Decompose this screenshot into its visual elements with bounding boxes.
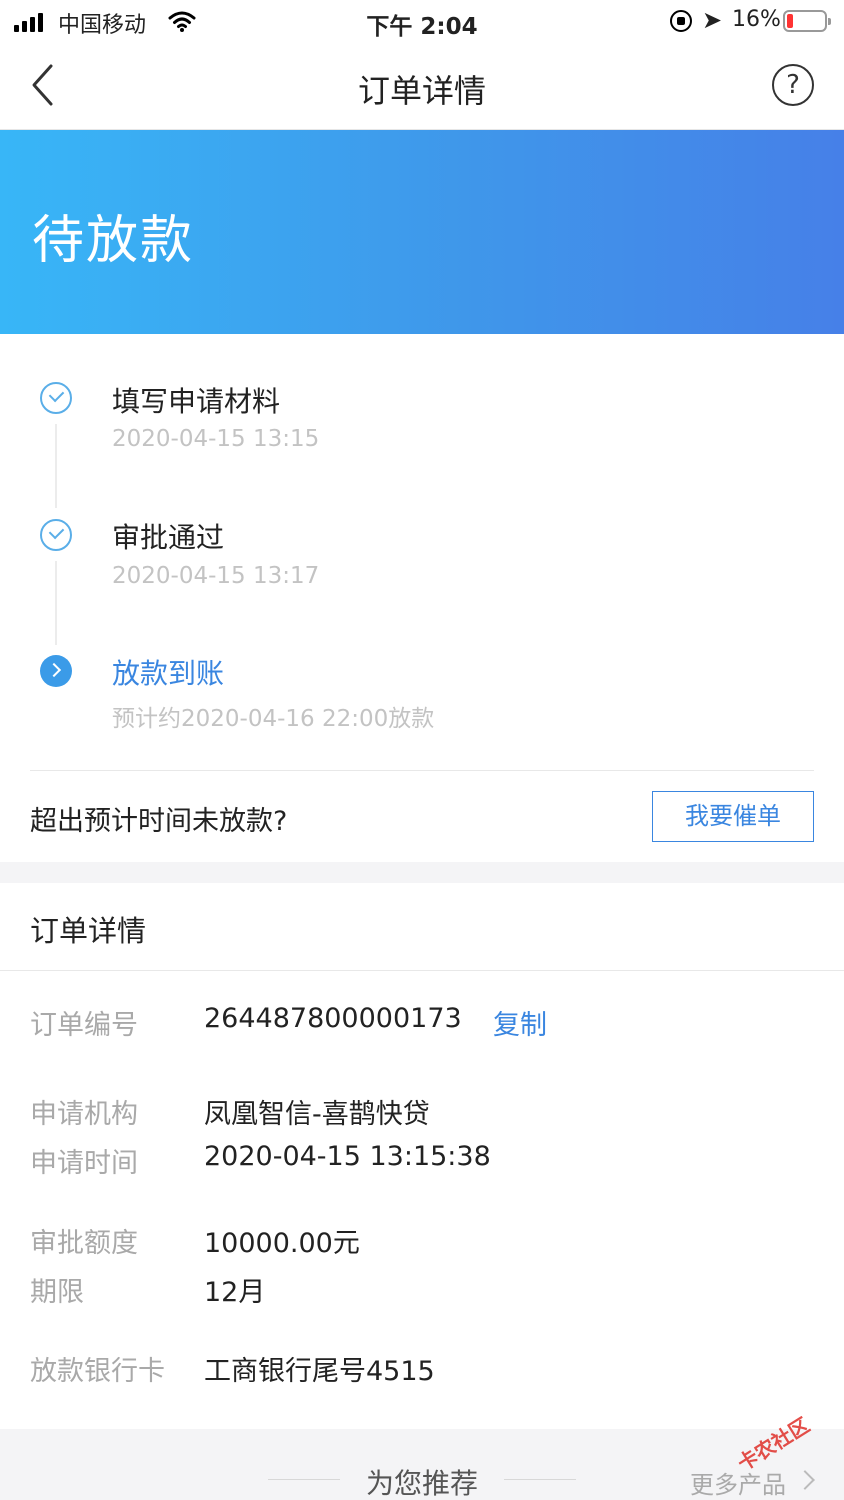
status-bar: 中国移动 下午 2:04 ➤ 16% xyxy=(0,0,844,44)
step-time: 预计约2020-04-16 22:00放款 xyxy=(112,706,435,732)
institution-label: 申请机构 xyxy=(30,1099,138,1130)
arrow-circle-icon xyxy=(40,655,72,687)
order-status: 待放款 xyxy=(32,211,195,271)
apply-time-value: 2020-04-15 13:15:38 xyxy=(204,1141,491,1172)
urge-order-button[interactable]: 我要催单 xyxy=(652,791,814,842)
order-details-section: 订单详情 订单编号 264487800000173 复制 申请机构 凤凰智信-喜… xyxy=(0,883,844,1429)
section-title: 订单详情 xyxy=(30,914,147,948)
check-circle-icon xyxy=(40,519,72,551)
progress-section: 填写申请材料 2020-04-15 13:15 审批通过 2020-04-15 … xyxy=(0,334,844,862)
page-title: 订单详情 xyxy=(357,72,486,110)
divider xyxy=(0,970,844,971)
step-title: 审批通过 xyxy=(112,521,225,554)
timeline-connector xyxy=(55,424,57,508)
institution-value: 凤凰智信-喜鹊快贷 xyxy=(204,1099,430,1130)
timeline-connector xyxy=(55,561,57,645)
orientation-lock-icon xyxy=(670,10,692,32)
overdue-question: 超出预计时间未放款? xyxy=(30,806,288,837)
step-title: 填写申请材料 xyxy=(112,385,281,418)
status-banner: 待放款 xyxy=(0,130,844,334)
step-time: 2020-04-15 13:17 xyxy=(112,563,320,589)
navigation-bar: 订单详情 ? xyxy=(0,44,844,130)
step-time: 2020-04-15 13:15 xyxy=(112,426,320,452)
bank-card-label: 放款银行卡 xyxy=(30,1356,165,1387)
check-circle-icon xyxy=(40,382,72,414)
step-title: 放款到账 xyxy=(112,657,225,690)
divider xyxy=(30,770,814,771)
order-number-value: 264487800000173 xyxy=(204,1003,462,1034)
copy-button[interactable]: 复制 xyxy=(493,1003,547,1042)
recommend-section: 为您推荐 更多产品 xyxy=(0,1429,844,1500)
battery-icon xyxy=(783,10,831,32)
location-icon: ➤ xyxy=(702,6,723,34)
term-value: 12月 xyxy=(204,1277,266,1308)
apply-time-label: 申请时间 xyxy=(30,1148,138,1179)
approved-amount-label: 审批额度 xyxy=(30,1228,138,1259)
approved-amount-value: 10000.00元 xyxy=(204,1228,360,1259)
order-number-label: 订单编号 xyxy=(30,1010,138,1041)
bank-card-value: 工商银行尾号4515 xyxy=(204,1356,435,1387)
help-icon[interactable]: ? xyxy=(772,64,814,106)
battery-percent: 16% xyxy=(732,7,781,32)
battery-level-fill xyxy=(787,14,793,28)
term-label: 期限 xyxy=(30,1277,84,1308)
